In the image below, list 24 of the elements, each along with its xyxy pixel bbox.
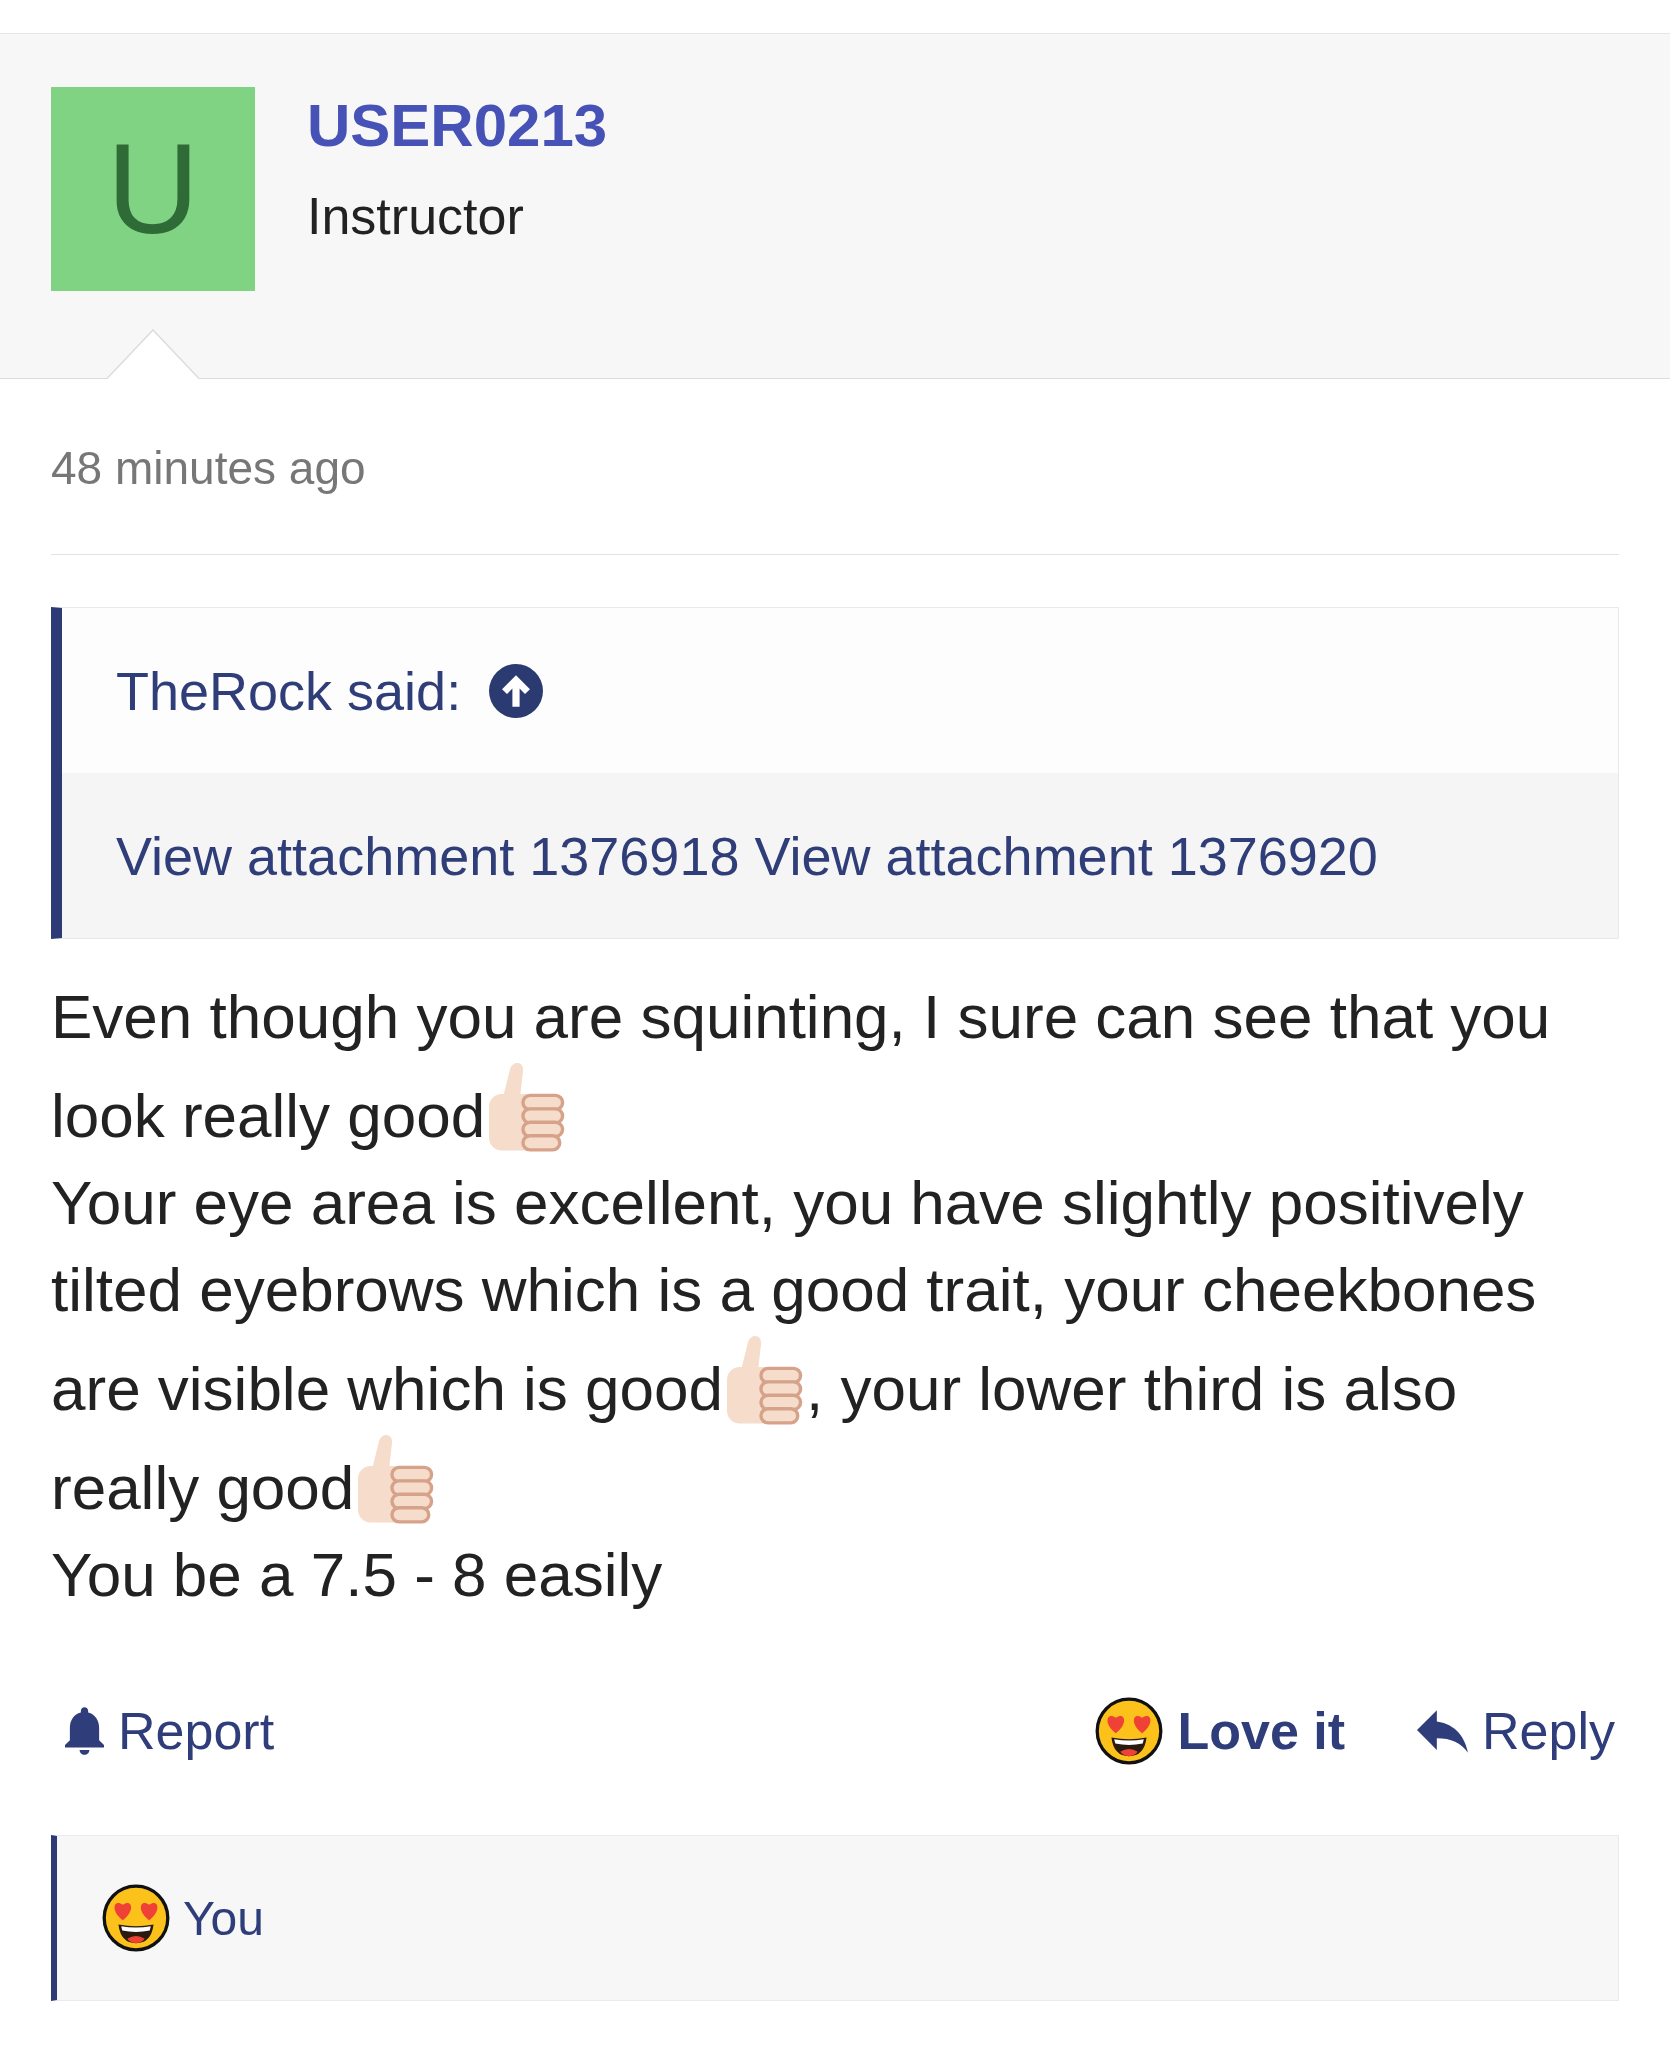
post-text: , your lower third is also — [806, 1354, 1458, 1423]
user-avatar[interactable]: U — [51, 87, 255, 291]
post-timestamp: 48 minutes ago — [51, 441, 366, 495]
attachment-link[interactable]: View attachment 1376918 — [116, 824, 740, 887]
curved-arrow-icon — [1417, 1709, 1469, 1753]
bell-icon — [65, 1707, 104, 1755]
post-text: Even though you are squinting, I sure can see that you — [51, 982, 1551, 1051]
user-role: Instructor — [307, 186, 524, 246]
heart-eyes-emoji-icon — [102, 1884, 170, 1952]
heart-eyes-emoji-icon — [1095, 1697, 1164, 1765]
quote-author[interactable]: TheRock said: — [116, 659, 462, 722]
post-text: tilted eyebrows which is a good trait, your cheekbones — [51, 1255, 1537, 1324]
post-text: You be a 7.5 - 8 easily — [51, 1540, 663, 1609]
reactor-link[interactable]: You — [183, 1890, 264, 1946]
post-text: really good — [51, 1453, 355, 1522]
reply-link[interactable]: Reply — [1417, 1696, 1615, 1766]
arrow-up-circle-icon[interactable] — [489, 663, 544, 718]
reaction-button[interactable]: Love it — [1095, 1696, 1346, 1766]
username-link[interactable]: USER0213 — [307, 91, 608, 161]
post-text: look really good — [51, 1081, 486, 1150]
post-text: are visible which is good — [51, 1354, 723, 1423]
post-text: Your eye area is excellent, you have slightly positively — [51, 1168, 1524, 1237]
report-link[interactable]: Report — [65, 1696, 275, 1766]
attachment-link[interactable]: View attachment 1376920 — [754, 824, 1378, 887]
